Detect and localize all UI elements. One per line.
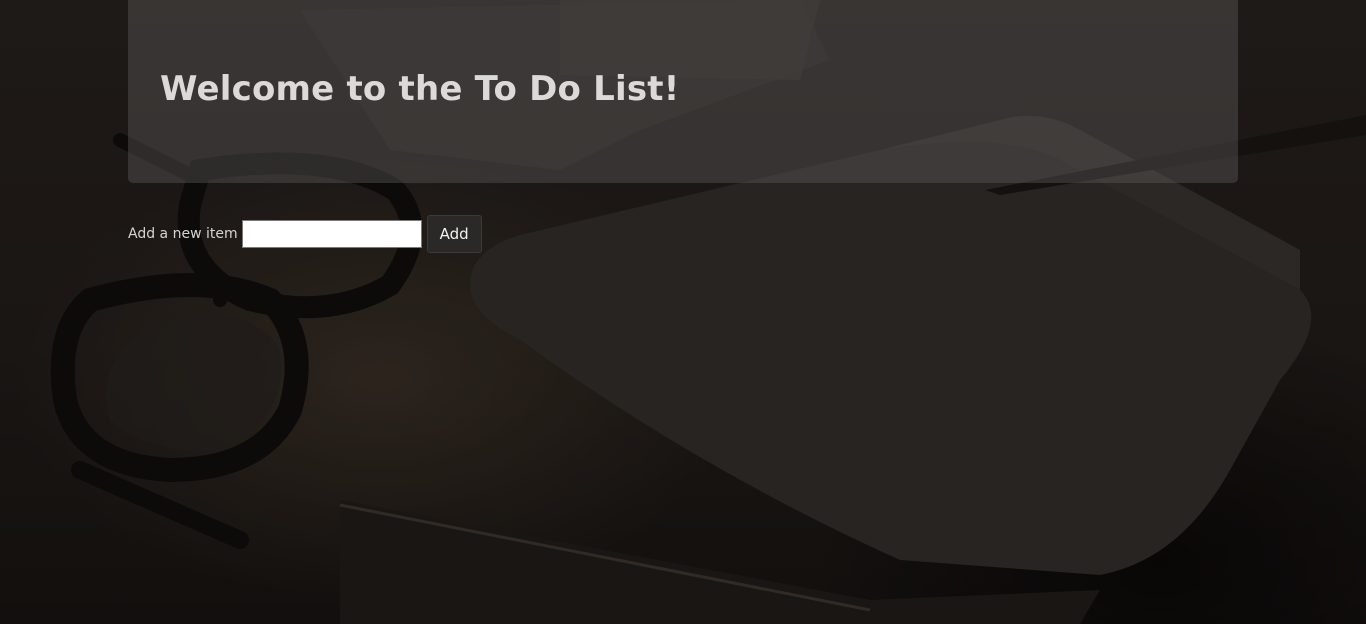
add-item-label: Add a new item	[128, 226, 238, 242]
header-panel: Welcome to the To Do List!	[128, 0, 1238, 183]
new-item-input[interactable]	[241, 220, 422, 248]
add-item-form: Add a new item Add	[128, 215, 482, 253]
add-button[interactable]: Add	[426, 215, 482, 253]
page-title: Welcome to the To Do List!	[160, 69, 680, 109]
